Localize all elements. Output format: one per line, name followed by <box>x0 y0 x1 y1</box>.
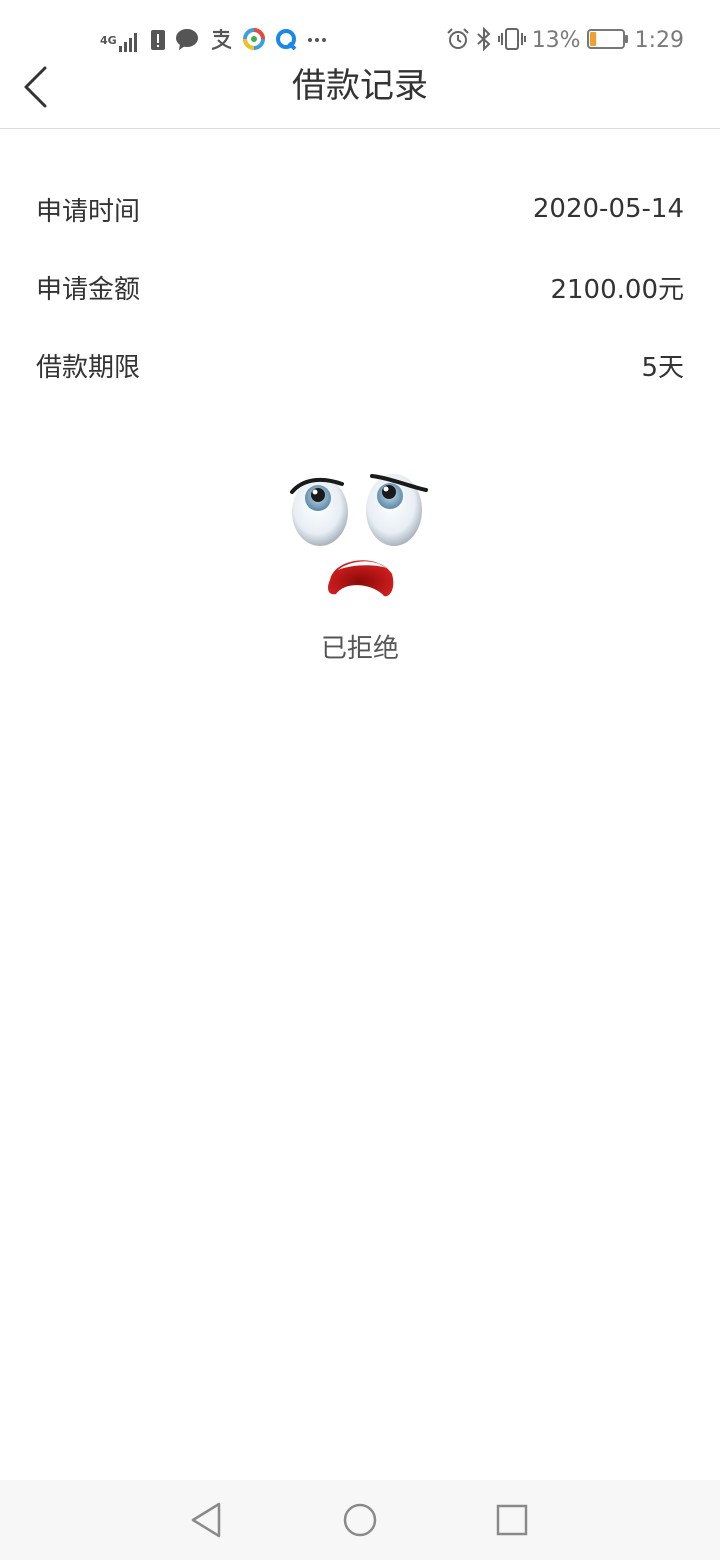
nav-recents-button[interactable] <box>492 1500 532 1540</box>
battery-percent: 13% <box>531 28 581 53</box>
app-icon <box>242 28 265 54</box>
clock: 1:29 <box>634 28 684 53</box>
loan-term-value: 5天 <box>641 352 684 383</box>
network-type-label: 4G <box>100 34 117 47</box>
apply-amount-value: 2100.00元 <box>550 274 684 305</box>
battery-fill <box>589 32 596 46</box>
more-icon <box>307 28 327 54</box>
status-label: 已拒绝 <box>320 634 399 664</box>
apply-time-label: 申请时间 <box>36 196 141 227</box>
record-details: 申请时间 2020-05-14 申请金额 2100.00元 借款期限 5天 <box>36 170 684 404</box>
alipay-icon <box>209 28 233 54</box>
browser-icon <box>275 28 297 54</box>
triangle-back-icon <box>191 1502 221 1538</box>
alarm-icon <box>446 27 470 55</box>
loan-term-label: 借款期限 <box>36 352 141 383</box>
info-row-apply-amount: 申请金额 2100.00元 <box>36 248 684 326</box>
apply-time-value: 2020-05-14 <box>532 194 684 224</box>
status-bar: 4G 13% 1:29 <box>0 0 720 56</box>
bluetooth-icon <box>476 26 492 55</box>
signal-icon: 4G <box>100 30 141 52</box>
nav-home-button[interactable] <box>340 1500 380 1540</box>
vibrate-icon <box>497 27 526 55</box>
battery-icon <box>586 28 629 54</box>
info-row-apply-time: 申请时间 2020-05-14 <box>36 170 684 248</box>
app-header: 借款记录 <box>0 56 720 129</box>
circle-home-icon <box>343 1503 377 1537</box>
result-section: 已拒绝 <box>0 462 720 665</box>
square-recents-icon <box>496 1504 528 1536</box>
page-title: 借款记录 <box>292 66 428 106</box>
status-icons-left: 4G <box>100 26 327 56</box>
info-row-loan-term: 借款期限 5天 <box>36 326 684 404</box>
sad-face-icon <box>290 474 428 597</box>
sim-alert-icon <box>150 28 165 54</box>
nav-back-button[interactable] <box>186 1500 226 1540</box>
message-icon <box>175 28 199 54</box>
apply-amount-label: 申请金额 <box>36 274 141 305</box>
navigation-bar <box>0 1480 720 1560</box>
status-icons-right: 13% 1:29 <box>446 26 684 56</box>
